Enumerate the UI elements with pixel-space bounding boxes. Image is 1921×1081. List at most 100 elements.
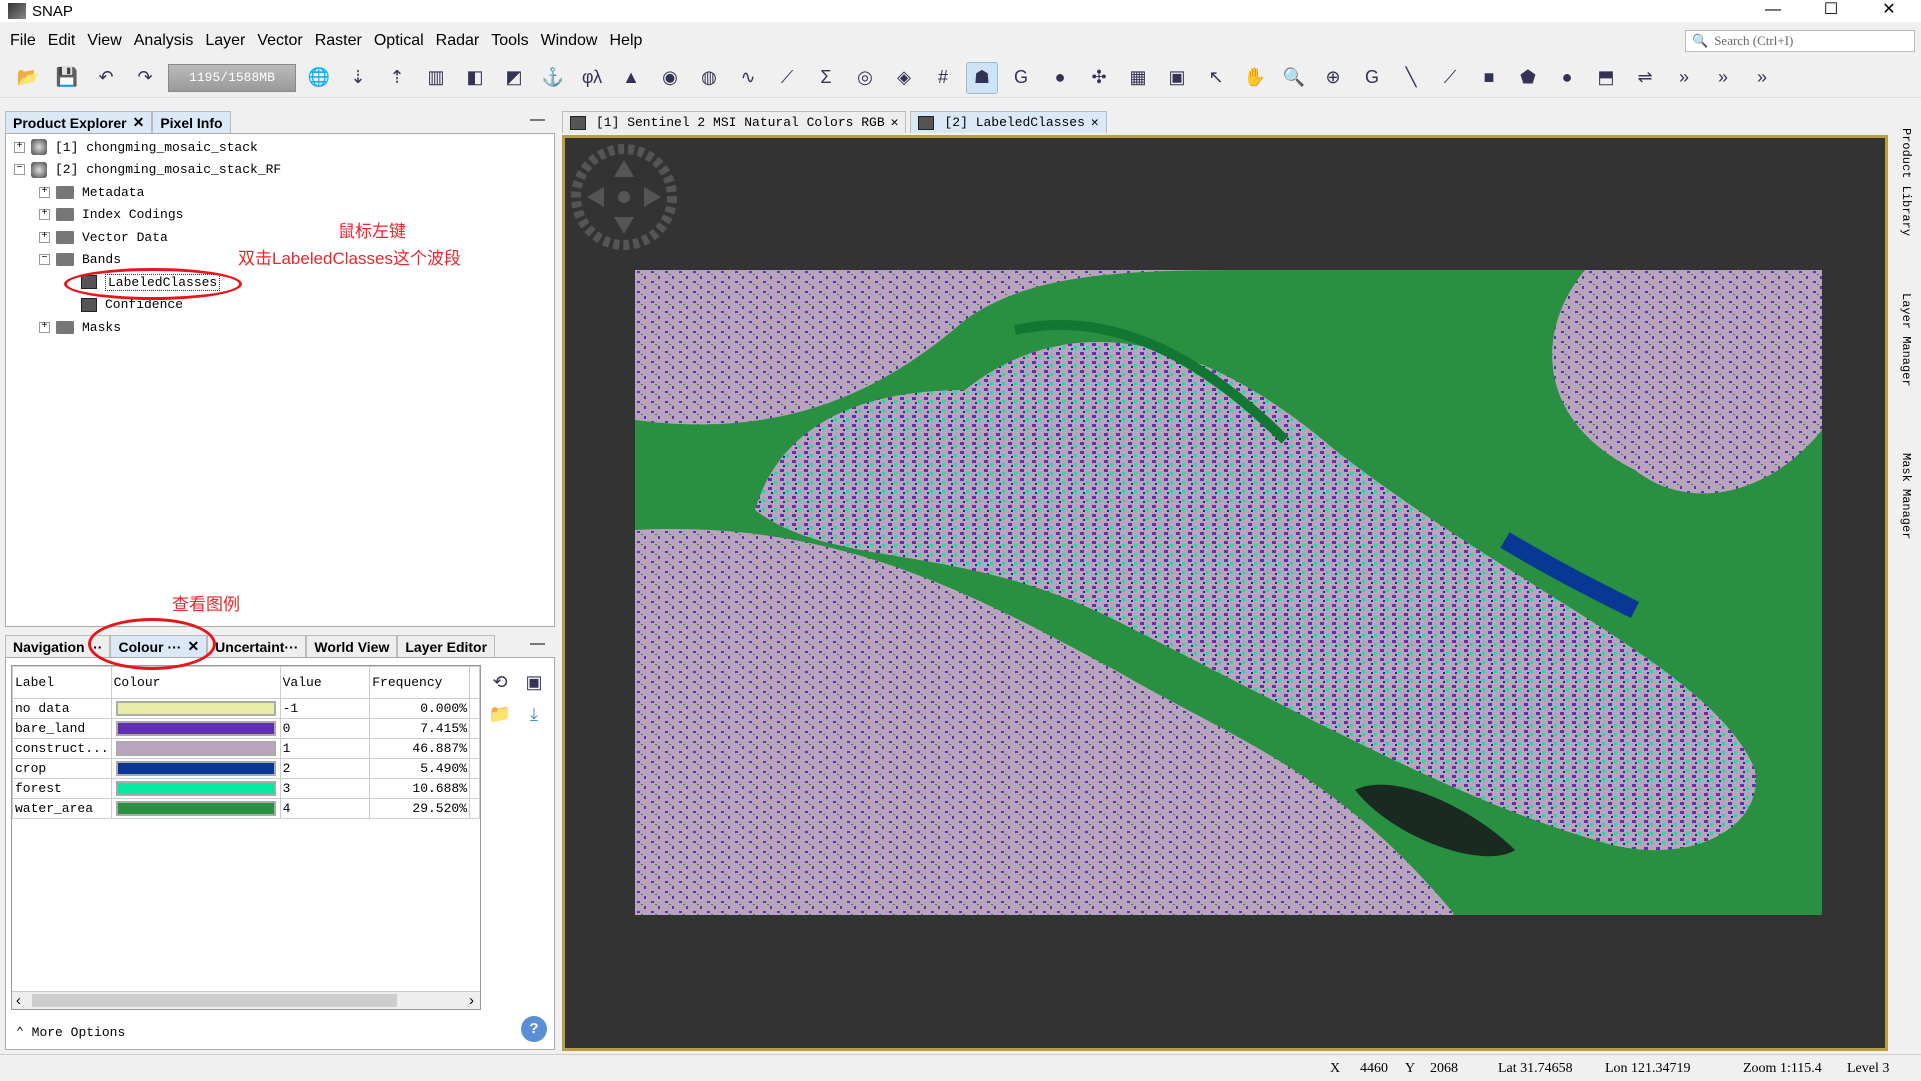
overlay-icon[interactable]: 🔍 <box>1278 62 1310 94</box>
class-label[interactable]: water_area <box>12 798 112 819</box>
tree-node[interactable]: + Index Codings <box>6 204 554 227</box>
sigma-icon[interactable]: # <box>927 62 959 94</box>
menu-radar[interactable]: Radar <box>430 32 486 54</box>
class-colour[interactable] <box>110 798 281 819</box>
tree-node[interactable]: − [2] chongming_mosaic_stack_RF <box>6 159 554 182</box>
scroll-left-icon[interactable]: ‹ <box>16 992 21 1009</box>
tab-pixel-info[interactable]: Pixel Info <box>152 111 231 133</box>
minimize-button[interactable]: — <box>1745 0 1801 22</box>
redo-icon[interactable]: ↷ <box>129 62 161 94</box>
menu-window[interactable]: Window <box>535 32 604 54</box>
close-icon[interactable]: ✕ <box>1091 115 1099 130</box>
class-colour[interactable] <box>110 738 281 759</box>
plot-icon[interactable]: ◈ <box>888 62 920 94</box>
close-button[interactable]: ✕ <box>1861 0 1917 22</box>
layers-icon[interactable]: ◧ <box>459 62 491 94</box>
class-value[interactable]: 0 <box>279 718 371 739</box>
expand-toggle-icon[interactable]: + <box>14 141 25 153</box>
tab-layereditor[interactable]: Layer Editor <box>397 635 496 657</box>
tab-view-1[interactable]: [1] Sentinel 2 MSI Natural Colors RGB ✕ <box>562 111 907 133</box>
memory-icon[interactable]: 🌐 <box>303 62 335 94</box>
histogram-icon[interactable]: ∿ <box>732 62 764 94</box>
graticule-icon[interactable]: ✋ <box>1239 62 1271 94</box>
menu-view[interactable]: View <box>81 32 127 54</box>
tab-view-2[interactable]: [2] LabeledClasses ✕ <box>910 111 1107 133</box>
menu-file[interactable]: File <box>4 32 42 54</box>
column-header-colour[interactable]: Colour <box>110 666 281 699</box>
menu-raster[interactable]: Raster <box>309 32 368 54</box>
image-canvas[interactable] <box>562 135 1888 1051</box>
line-icon[interactable]: ⬟ <box>1512 62 1544 94</box>
expand-toggle-icon[interactable]: − <box>39 254 50 266</box>
column-header-value[interactable]: Value <box>279 666 371 699</box>
menu-vector[interactable]: Vector <box>251 32 308 54</box>
class-value[interactable]: 3 <box>279 778 371 799</box>
tree-node[interactable]: Confidence <box>6 294 554 317</box>
class-colour[interactable] <box>110 758 281 779</box>
expand-toggle-icon[interactable]: + <box>39 186 50 198</box>
colour-swatch[interactable] <box>115 781 276 796</box>
close-icon[interactable]: ✕ <box>891 115 899 130</box>
import-icon[interactable]: ⇡ <box>381 62 413 94</box>
expand-toggle-icon[interactable]: + <box>39 209 50 221</box>
import-palette-icon[interactable]: 📁 <box>484 698 516 730</box>
reset-icon[interactable]: ⟲ <box>484 666 516 698</box>
tree-node[interactable]: + Metadata <box>6 181 554 204</box>
undo-icon[interactable]: ↶ <box>90 62 122 94</box>
colour-swatch[interactable] <box>115 801 276 816</box>
class-colour[interactable] <box>110 718 281 739</box>
world-icon[interactable]: ⇣ <box>342 62 374 94</box>
column-header-label[interactable]: Label <box>12 666 112 699</box>
navigation-wheel-icon[interactable] <box>569 142 679 252</box>
expand-toggle-icon[interactable]: + <box>39 321 50 333</box>
save-product-icon[interactable]: 💾 <box>51 62 83 94</box>
rectangle-icon[interactable]: ⬒ <box>1590 62 1622 94</box>
table-row[interactable]: bare_land 0 7.415% <box>12 718 480 739</box>
class-value[interactable]: 2 <box>279 758 371 779</box>
select-icon[interactable]: ⊕ <box>1317 62 1349 94</box>
menu-optical[interactable]: Optical <box>368 32 430 54</box>
scrollbar-thumb[interactable] <box>32 994 397 1007</box>
search-input[interactable]: 🔍 Search (Ctrl+I) <box>1685 30 1915 52</box>
zoom-icon[interactable]: ╲ <box>1395 62 1427 94</box>
scroll-right-icon[interactable]: › <box>469 992 474 1009</box>
sidebar-product-library[interactable]: Product Library <box>1899 128 1913 236</box>
menu-analysis[interactable]: Analysis <box>128 32 200 54</box>
close-icon[interactable]: ✕ <box>133 114 145 131</box>
class-value[interactable]: 1 <box>279 738 371 759</box>
band-maths-icon[interactable]: ⚓ <box>537 62 569 94</box>
column-header-extra[interactable] <box>469 666 480 699</box>
globe-icon[interactable]: ⟋ <box>771 62 803 94</box>
tab-worldview[interactable]: World View <box>306 635 398 657</box>
class-label[interactable]: no data <box>12 698 112 719</box>
sidebar-mask-manager[interactable]: Mask Manager <box>1899 453 1913 539</box>
gcp-icon[interactable]: ▦ <box>1122 62 1154 94</box>
class-value[interactable]: -1 <box>279 698 371 719</box>
minimize-panel-button[interactable]: — <box>530 635 545 652</box>
graph-icon[interactable]: ▲ <box>615 62 647 94</box>
colour-swatch[interactable] <box>115 741 276 756</box>
pan-icon[interactable]: G <box>1356 62 1388 94</box>
colour-swatch[interactable] <box>115 701 276 716</box>
export-icon[interactable]: ▥ <box>420 62 452 94</box>
class-label[interactable]: construct... <box>12 738 112 759</box>
table-row[interactable]: forest 3 10.688% <box>12 778 480 799</box>
expand-toggle-icon[interactable]: − <box>14 164 25 176</box>
horizontal-scrollbar[interactable]: ‹ › <box>12 991 480 1009</box>
layer-icon[interactable]: ▣ <box>1161 62 1193 94</box>
more-icon[interactable]: » <box>1746 62 1778 94</box>
table-row[interactable]: crop 2 5.490% <box>12 758 480 779</box>
more-options-toggle[interactable]: ⌃ More Options <box>16 1025 125 1040</box>
range-icon[interactable]: » <box>1707 62 1739 94</box>
profile-icon[interactable]: ◎ <box>849 62 881 94</box>
phi-lambda-icon[interactable]: ◍ <box>693 62 725 94</box>
expand-toggle-icon[interactable]: + <box>39 231 50 243</box>
colour-swatch[interactable] <box>115 761 276 776</box>
class-colour[interactable] <box>110 698 281 719</box>
class-label[interactable]: crop <box>12 758 112 779</box>
grid-icon[interactable]: ● <box>1044 62 1076 94</box>
table-row[interactable]: water_area 4 29.520% <box>12 798 480 819</box>
column-header-frequency[interactable]: Frequency <box>369 666 471 699</box>
menu-help[interactable]: Help <box>603 32 648 54</box>
menu-layer[interactable]: Layer <box>199 32 251 54</box>
